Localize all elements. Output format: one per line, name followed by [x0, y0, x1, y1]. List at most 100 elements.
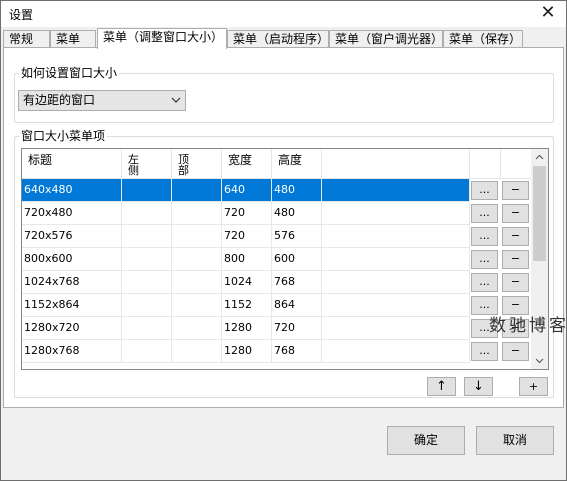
- cell-spacer: [322, 317, 470, 340]
- row-edit-button[interactable]: ...: [471, 273, 498, 292]
- cell-left: [122, 294, 172, 317]
- cell-height: 768: [272, 340, 322, 363]
- column-header-width[interactable]: 宽度: [222, 149, 272, 179]
- cell-width: 720: [222, 202, 272, 225]
- cell-left: [122, 271, 172, 294]
- table-row[interactable]: 720x480 720 480... −: [22, 202, 532, 225]
- row-remove-button[interactable]: −: [502, 204, 529, 223]
- cell-top: [172, 271, 222, 294]
- row-edit-button[interactable]: ...: [471, 342, 498, 361]
- menu-items-label: 窗口大小菜单项: [19, 127, 108, 144]
- tab-menu-launch[interactable]: 菜单（启动程序）: [227, 30, 329, 48]
- table-row[interactable]: 1280x768 1280 768... −: [22, 340, 532, 363]
- cell-height: 480: [272, 202, 322, 225]
- row-edit-button[interactable]: ...: [471, 204, 498, 223]
- scroll-up-icon[interactable]: [531, 149, 548, 166]
- column-header-spacer: [322, 149, 470, 179]
- window-size-mode-select[interactable]: 有边距的窗口: [18, 90, 186, 111]
- cell-left: [122, 179, 172, 202]
- cell-left: [122, 225, 172, 248]
- cell-title: 1024x768: [22, 271, 122, 294]
- cell-title: 1280x768: [22, 340, 122, 363]
- cell-width: 720: [222, 225, 272, 248]
- move-down-button[interactable]: ↓: [464, 377, 493, 396]
- cell-width: 640: [222, 179, 272, 202]
- cell-width: 1280: [222, 317, 272, 340]
- cell-height: 864: [272, 294, 322, 317]
- cell-spacer: [322, 202, 470, 225]
- tab-general[interactable]: 常规: [3, 30, 50, 48]
- cell-spacer: [322, 294, 470, 317]
- cell-spacer: [322, 340, 470, 363]
- column-header-height[interactable]: 高度: [272, 149, 322, 179]
- cell-height: 768: [272, 271, 322, 294]
- table-row[interactable]: 640x480 640 480... −: [22, 179, 532, 202]
- row-remove-button[interactable]: −: [502, 227, 529, 246]
- vertical-scrollbar[interactable]: [531, 149, 548, 369]
- tab-menu-dimmer[interactable]: 菜单（窗户调光器）: [329, 30, 443, 48]
- cell-title: 720x480: [22, 202, 122, 225]
- row-remove-button[interactable]: −: [502, 181, 529, 200]
- chevron-down-icon: [171, 91, 181, 117]
- row-edit-button[interactable]: ...: [471, 227, 498, 246]
- cell-top: [172, 248, 222, 271]
- cell-top: [172, 225, 222, 248]
- scroll-thumb[interactable]: [533, 166, 546, 261]
- cell-top: [172, 202, 222, 225]
- cell-top: [172, 340, 222, 363]
- cell-spacer: [322, 271, 470, 294]
- column-header-left[interactable]: 左侧: [122, 149, 172, 179]
- cell-height: 576: [272, 225, 322, 248]
- close-icon[interactable]: ✕: [538, 3, 558, 23]
- cell-left: [122, 317, 172, 340]
- title-bar: 设置 ✕: [1, 1, 566, 27]
- row-remove-button[interactable]: −: [502, 250, 529, 269]
- settings-window: 设置 ✕ 常规 菜单 菜单（调整窗口大小） 菜单（启动程序） 菜单（窗户调光器）…: [0, 0, 567, 481]
- column-header-remove: [501, 149, 532, 179]
- column-header-edit: [470, 149, 501, 179]
- add-item-button[interactable]: +: [519, 377, 548, 396]
- scroll-down-icon[interactable]: [531, 352, 548, 369]
- row-remove-button[interactable]: −: [502, 273, 529, 292]
- row-edit-button[interactable]: ...: [471, 250, 498, 269]
- tab-menu[interactable]: 菜单: [50, 30, 96, 48]
- table-row[interactable]: 1024x768 1024 768... −: [22, 271, 532, 294]
- table-row[interactable]: 800x600 800 600... −: [22, 248, 532, 271]
- cell-title: 640x480: [22, 179, 122, 202]
- ok-button[interactable]: 确定: [387, 426, 465, 455]
- cell-spacer: [322, 248, 470, 271]
- cell-left: [122, 340, 172, 363]
- column-header-left-text: 左侧: [128, 153, 139, 177]
- menu-items-list[interactable]: 标题 左侧 顶部 宽度 高度 640x480 640 480... −720x480 7…: [21, 148, 549, 370]
- column-header-top-text: 顶部: [178, 153, 189, 177]
- cell-width: 1280: [222, 340, 272, 363]
- cell-width: 1024: [222, 271, 272, 294]
- cell-left: [122, 248, 172, 271]
- table-row[interactable]: 1280x720 1280 720... −: [22, 317, 532, 340]
- move-up-button[interactable]: ↑: [427, 377, 456, 396]
- column-header-top[interactable]: 顶部: [172, 149, 222, 179]
- cell-width: 800: [222, 248, 272, 271]
- cell-title: 1280x720: [22, 317, 122, 340]
- watermark: 数驰博客: [489, 316, 567, 336]
- cancel-button[interactable]: 取消: [476, 426, 554, 455]
- tab-menu-resize[interactable]: 菜单（调整窗口大小）: [97, 28, 227, 49]
- column-header-title[interactable]: 标题: [22, 149, 122, 179]
- row-remove-button[interactable]: −: [502, 342, 529, 361]
- cell-left: [122, 202, 172, 225]
- table-row[interactable]: 1152x864 1152 864... −: [22, 294, 532, 317]
- cell-height: 720: [272, 317, 322, 340]
- row-edit-button[interactable]: ...: [471, 181, 498, 200]
- cell-top: [172, 317, 222, 340]
- table-row[interactable]: 720x576 720 576... −: [22, 225, 532, 248]
- cell-spacer: [322, 179, 470, 202]
- cell-title: 720x576: [22, 225, 122, 248]
- window-size-mode-label: 如何设置窗口大小: [19, 64, 120, 81]
- cell-spacer: [322, 225, 470, 248]
- cell-height: 600: [272, 248, 322, 271]
- cell-width: 1152: [222, 294, 272, 317]
- tab-menu-save[interactable]: 菜单（保存）: [443, 30, 523, 48]
- cell-title: 1152x864: [22, 294, 122, 317]
- cell-title: 800x600: [22, 248, 122, 271]
- select-value: 有边距的窗口: [23, 93, 96, 107]
